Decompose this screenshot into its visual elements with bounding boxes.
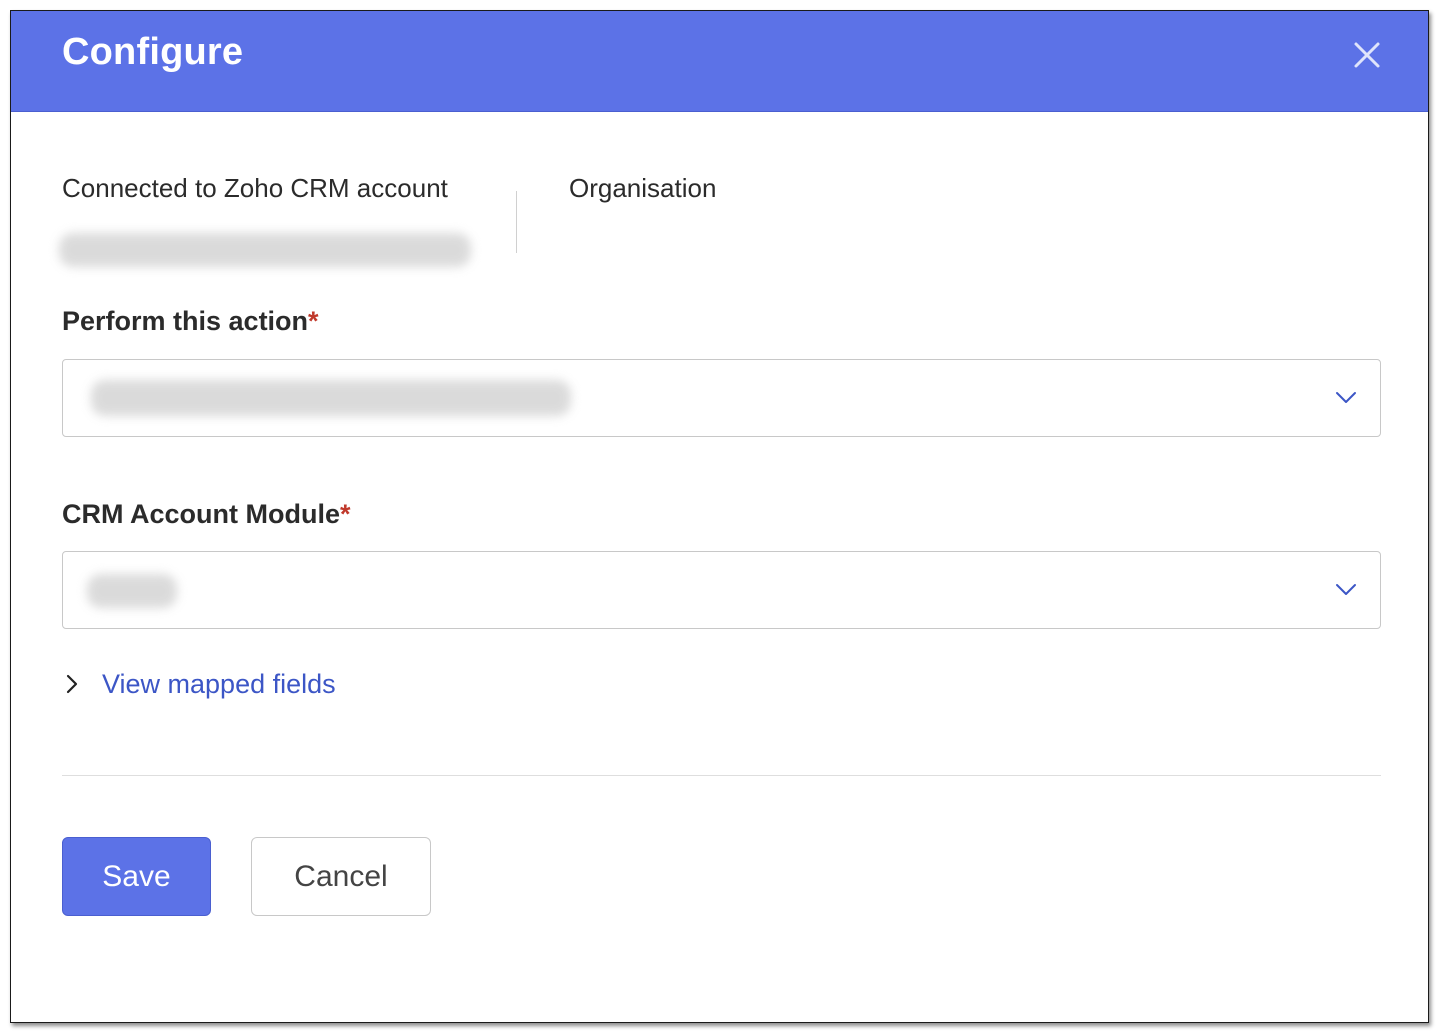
dialog-header: Configure <box>11 11 1428 112</box>
connected-account-value-redacted <box>59 233 471 267</box>
action-select[interactable] <box>62 359 1381 437</box>
dialog-title: Configure <box>62 31 244 73</box>
chevron-right-icon <box>66 674 78 694</box>
module-label-text: CRM Account Module <box>62 499 340 529</box>
close-icon <box>1354 42 1380 68</box>
close-button[interactable] <box>1347 35 1387 75</box>
chevron-down-icon <box>1336 584 1356 595</box>
organisation-label: Organisation <box>569 173 717 203</box>
view-mapped-fields-toggle[interactable]: View mapped fields <box>62 667 336 701</box>
required-marker: * <box>339 499 351 529</box>
connection-divider <box>516 191 517 253</box>
module-field-label: CRM Account Module* <box>62 499 351 530</box>
module-select[interactable] <box>62 551 1381 629</box>
action-field-label: Perform this action* <box>62 306 319 337</box>
chevron-down-icon <box>1336 392 1356 403</box>
action-select-value-redacted <box>91 380 571 416</box>
action-label-text: Perform this action <box>62 306 309 336</box>
view-mapped-fields-link[interactable]: View mapped fields <box>102 669 336 700</box>
save-button[interactable]: Save <box>62 837 211 916</box>
footer-divider <box>62 775 1381 776</box>
cancel-button[interactable]: Cancel <box>251 837 431 916</box>
connected-account-label: Connected to Zoho CRM account <box>62 173 448 203</box>
module-select-value-redacted <box>87 574 177 608</box>
configure-dialog: Configure Connected to Zoho CRM account … <box>10 10 1429 1023</box>
required-marker: * <box>308 306 319 336</box>
